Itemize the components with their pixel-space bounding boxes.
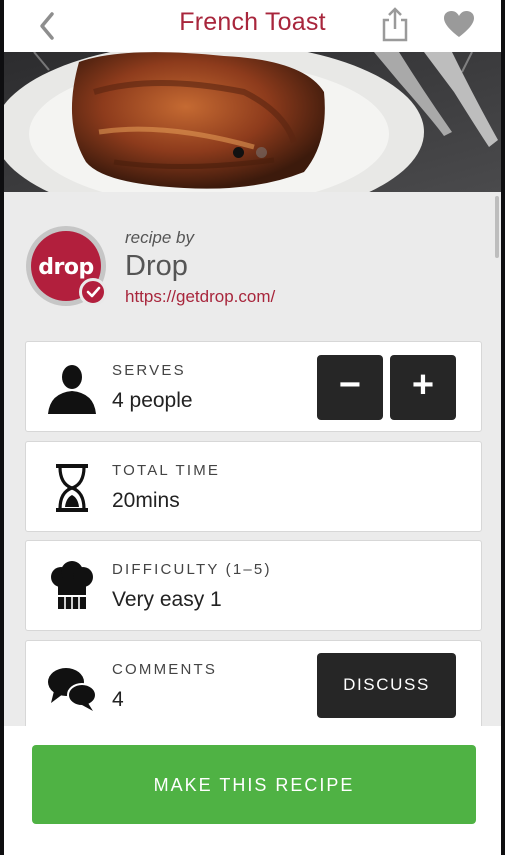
hourglass-icon (44, 460, 100, 516)
serves-value: 4 people (112, 389, 193, 412)
author-logo-text: drop (38, 255, 94, 280)
difficulty-card: DIFFICULTY (1–5) Very easy 1 (25, 540, 482, 631)
comments-card: COMMENTS 4 DISCUSS (25, 640, 482, 731)
recipe-hero-image[interactable] (4, 52, 501, 192)
serves-card: SERVES 4 people − + (25, 341, 482, 432)
share-icon[interactable] (378, 5, 412, 43)
minus-icon: − (338, 364, 362, 406)
discuss-button-label: DISCUSS (343, 675, 430, 694)
plus-icon: + (411, 364, 435, 406)
total-time-label: TOTAL TIME (112, 462, 221, 479)
total-time-card: TOTAL TIME 20mins (25, 441, 482, 532)
page-title: French Toast (179, 8, 326, 36)
total-time-value: 20mins (112, 489, 180, 512)
difficulty-label: DIFFICULTY (1–5) (112, 561, 272, 578)
make-this-recipe-label: MAKE THIS RECIPE (153, 775, 355, 795)
carousel-dot-active[interactable] (233, 147, 244, 158)
increase-servings-button[interactable]: + (390, 355, 456, 420)
serves-label: SERVES (112, 362, 186, 379)
recipe-screen: French Toast drop recipe by Drop https:/… (4, 0, 501, 855)
bottom-action-bar: MAKE THIS RECIPE (4, 726, 501, 855)
chat-bubbles-icon (44, 659, 100, 715)
author-link[interactable]: https://getdrop.com/ (125, 287, 275, 307)
comments-label: COMMENTS (112, 661, 218, 678)
author-avatar[interactable]: drop (26, 226, 107, 306)
carousel-dot[interactable] (256, 147, 267, 158)
discuss-button[interactable]: DISCUSS (317, 653, 456, 718)
heart-icon[interactable] (442, 9, 476, 39)
top-bar: French Toast (4, 0, 501, 52)
recipe-by-label: recipe by (125, 228, 194, 247)
make-this-recipe-button[interactable]: MAKE THIS RECIPE (32, 745, 476, 824)
comments-count: 4 (112, 688, 124, 711)
difficulty-value: Very easy 1 (112, 588, 222, 611)
scroll-indicator[interactable] (495, 196, 499, 258)
chef-hat-icon (44, 559, 100, 615)
author-name: Drop (125, 250, 188, 282)
decrease-servings-button[interactable]: − (317, 355, 383, 420)
check-badge-icon (79, 278, 107, 306)
person-icon (44, 360, 100, 416)
